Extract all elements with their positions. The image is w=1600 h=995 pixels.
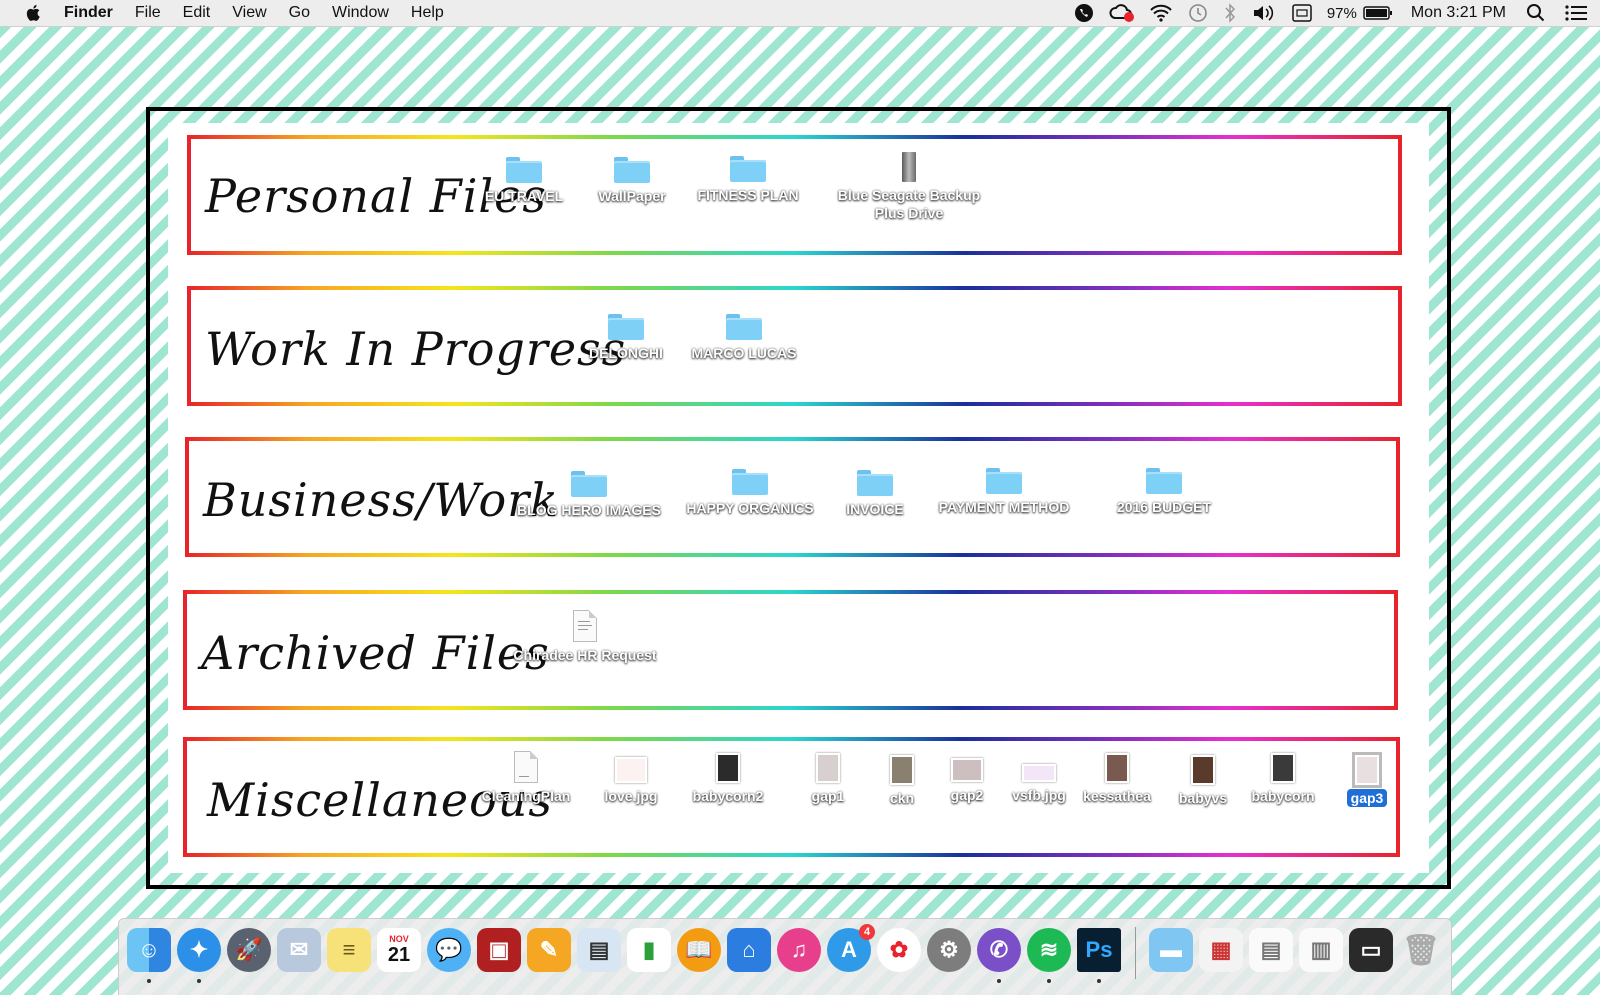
folder-item[interactable]: BLOG HERO IMAGES xyxy=(504,465,674,519)
photoshop-window-icon[interactable]: ▭ xyxy=(1349,928,1393,972)
menu-window[interactable]: Window xyxy=(332,4,389,22)
ibooks-icon[interactable]: 📖 xyxy=(677,928,721,972)
folder-item[interactable]: FITNESS PLAN xyxy=(663,150,833,204)
keynote-icon[interactable]: ⌂ xyxy=(727,928,771,972)
itunes-icon[interactable]: ♫ xyxy=(777,928,821,972)
app-menu-finder[interactable]: Finder xyxy=(64,4,113,22)
safari-icon[interactable]: ✦ xyxy=(177,928,221,972)
desktop-organizer-wallpaper: Personal Files EU TRAVEL WallPaper FITNE… xyxy=(146,107,1451,889)
document-stack-icon[interactable]: ▤ xyxy=(1249,928,1293,972)
menu-view[interactable]: View xyxy=(232,4,266,22)
folder-item[interactable]: MARCO LUCAS xyxy=(659,308,829,362)
menu-go[interactable]: Go xyxy=(289,4,310,22)
bluetooth-icon[interactable] xyxy=(1223,2,1237,24)
status-area: 97% Mon 3:21 PM xyxy=(1059,0,1588,26)
system-preferences-icon[interactable]: ⚙ xyxy=(927,928,971,972)
folder-icon xyxy=(986,468,1022,494)
spotlight-icon[interactable] xyxy=(1526,3,1546,23)
drive-item[interactable]: Blue Seagate Backup Plus Drive xyxy=(824,145,994,222)
downloads-folder-icon[interactable]: ▬ xyxy=(1149,928,1193,972)
numbers-icon[interactable]: ▮ xyxy=(627,928,671,972)
document-item[interactable]: Chiradee HR Request xyxy=(500,610,670,664)
photo-booth-icon[interactable]: ▣ xyxy=(477,928,521,972)
section-archived-files: Archived Files Chiradee HR Request xyxy=(183,590,1398,710)
menu-help[interactable]: Help xyxy=(411,4,444,22)
keyboard-icon[interactable] xyxy=(1291,3,1313,23)
notes-icon[interactable]: ≡ xyxy=(327,928,371,972)
folder-icon xyxy=(730,156,766,182)
menu-bar: Finder File Edit View Go Window Help 97% xyxy=(0,0,1600,27)
screenshot-stack-icon[interactable]: ▦ xyxy=(1199,928,1243,972)
folder-icon xyxy=(732,469,768,495)
folder-icon xyxy=(571,471,607,497)
organizer-panel: Personal Files EU TRAVEL WallPaper FITNE… xyxy=(168,123,1429,873)
folder-icon xyxy=(506,157,542,183)
folder-item[interactable]: 2016 BUDGET xyxy=(1079,462,1249,516)
external-drive-icon xyxy=(902,152,916,182)
battery-icon[interactable] xyxy=(1363,5,1393,21)
photoshop-icon[interactable]: Ps xyxy=(1077,928,1121,972)
section-business-work: Business/Work BLOG HERO IMAGES HAPPY ORG… xyxy=(185,437,1400,557)
preview-icon[interactable]: ▤ xyxy=(577,928,621,972)
section-work-in-progress: Work In Progress DELONGHI MARCO LUCAS xyxy=(187,286,1402,406)
pdf-document-icon xyxy=(514,751,538,783)
dock: ☺ ✦ 🚀 ✉ ≡ NOV 21 💬 ▣ ✎ ▤ ▮ 📖 ⌂ ♫ A4 ✿ ⚙ … xyxy=(118,918,1452,995)
folder-icon xyxy=(608,314,644,340)
creative-cloud-icon[interactable] xyxy=(1109,2,1135,24)
photos-icon[interactable]: ✿ xyxy=(877,928,921,972)
app-store-icon[interactable]: A4 xyxy=(827,924,875,972)
volume-icon[interactable] xyxy=(1251,3,1277,23)
section-miscellaneous: Miscellaneous CleaningPlan love.jpg baby… xyxy=(183,737,1400,857)
menu-edit[interactable]: Edit xyxy=(183,4,211,22)
document-stack-icon[interactable]: ▥ xyxy=(1299,928,1343,972)
image-thumbnail-icon xyxy=(1352,752,1382,788)
spotify-icon[interactable]: ≋ xyxy=(1027,928,1071,972)
mail-icon[interactable]: ✉ xyxy=(277,928,321,972)
launchpad-icon[interactable]: 🚀 xyxy=(227,928,271,972)
section-personal-files: Personal Files EU TRAVEL WallPaper FITNE… xyxy=(187,135,1402,255)
pages-icon[interactable]: ✎ xyxy=(527,928,571,972)
image-item-selected[interactable]: gap3 xyxy=(1282,752,1452,807)
folder-icon xyxy=(857,470,893,496)
folder-icon xyxy=(726,314,762,340)
document-icon xyxy=(573,610,597,642)
calendar-month: NOV xyxy=(389,933,409,944)
apple-menu-icon[interactable] xyxy=(24,3,44,23)
messages-icon[interactable]: 💬 xyxy=(427,928,471,972)
viber-icon[interactable]: ✆ xyxy=(977,928,1021,972)
app-store-badge: 4 xyxy=(859,924,875,940)
time-machine-icon[interactable] xyxy=(1187,2,1209,24)
folder-item[interactable]: PAYMENT METHOD xyxy=(919,462,1089,516)
viber-icon[interactable] xyxy=(1073,2,1095,24)
trash-icon[interactable]: 🗑 xyxy=(1399,928,1443,972)
wifi-icon[interactable] xyxy=(1149,3,1173,23)
notification-center-icon[interactable] xyxy=(1564,4,1588,22)
calendar-icon[interactable]: NOV 21 xyxy=(377,928,421,972)
dock-separator xyxy=(1135,927,1136,979)
finder-icon[interactable]: ☺ xyxy=(127,928,171,972)
folder-icon xyxy=(614,157,650,183)
folder-icon xyxy=(1146,468,1182,494)
battery-percentage[interactable]: 97% xyxy=(1327,5,1357,22)
image-thumbnail-icon xyxy=(716,753,740,783)
menubar-clock[interactable]: Mon 3:21 PM xyxy=(1411,4,1506,22)
section-title: Archived Files xyxy=(201,626,550,680)
menu-file[interactable]: File xyxy=(135,4,161,22)
calendar-day: 21 xyxy=(387,943,411,966)
